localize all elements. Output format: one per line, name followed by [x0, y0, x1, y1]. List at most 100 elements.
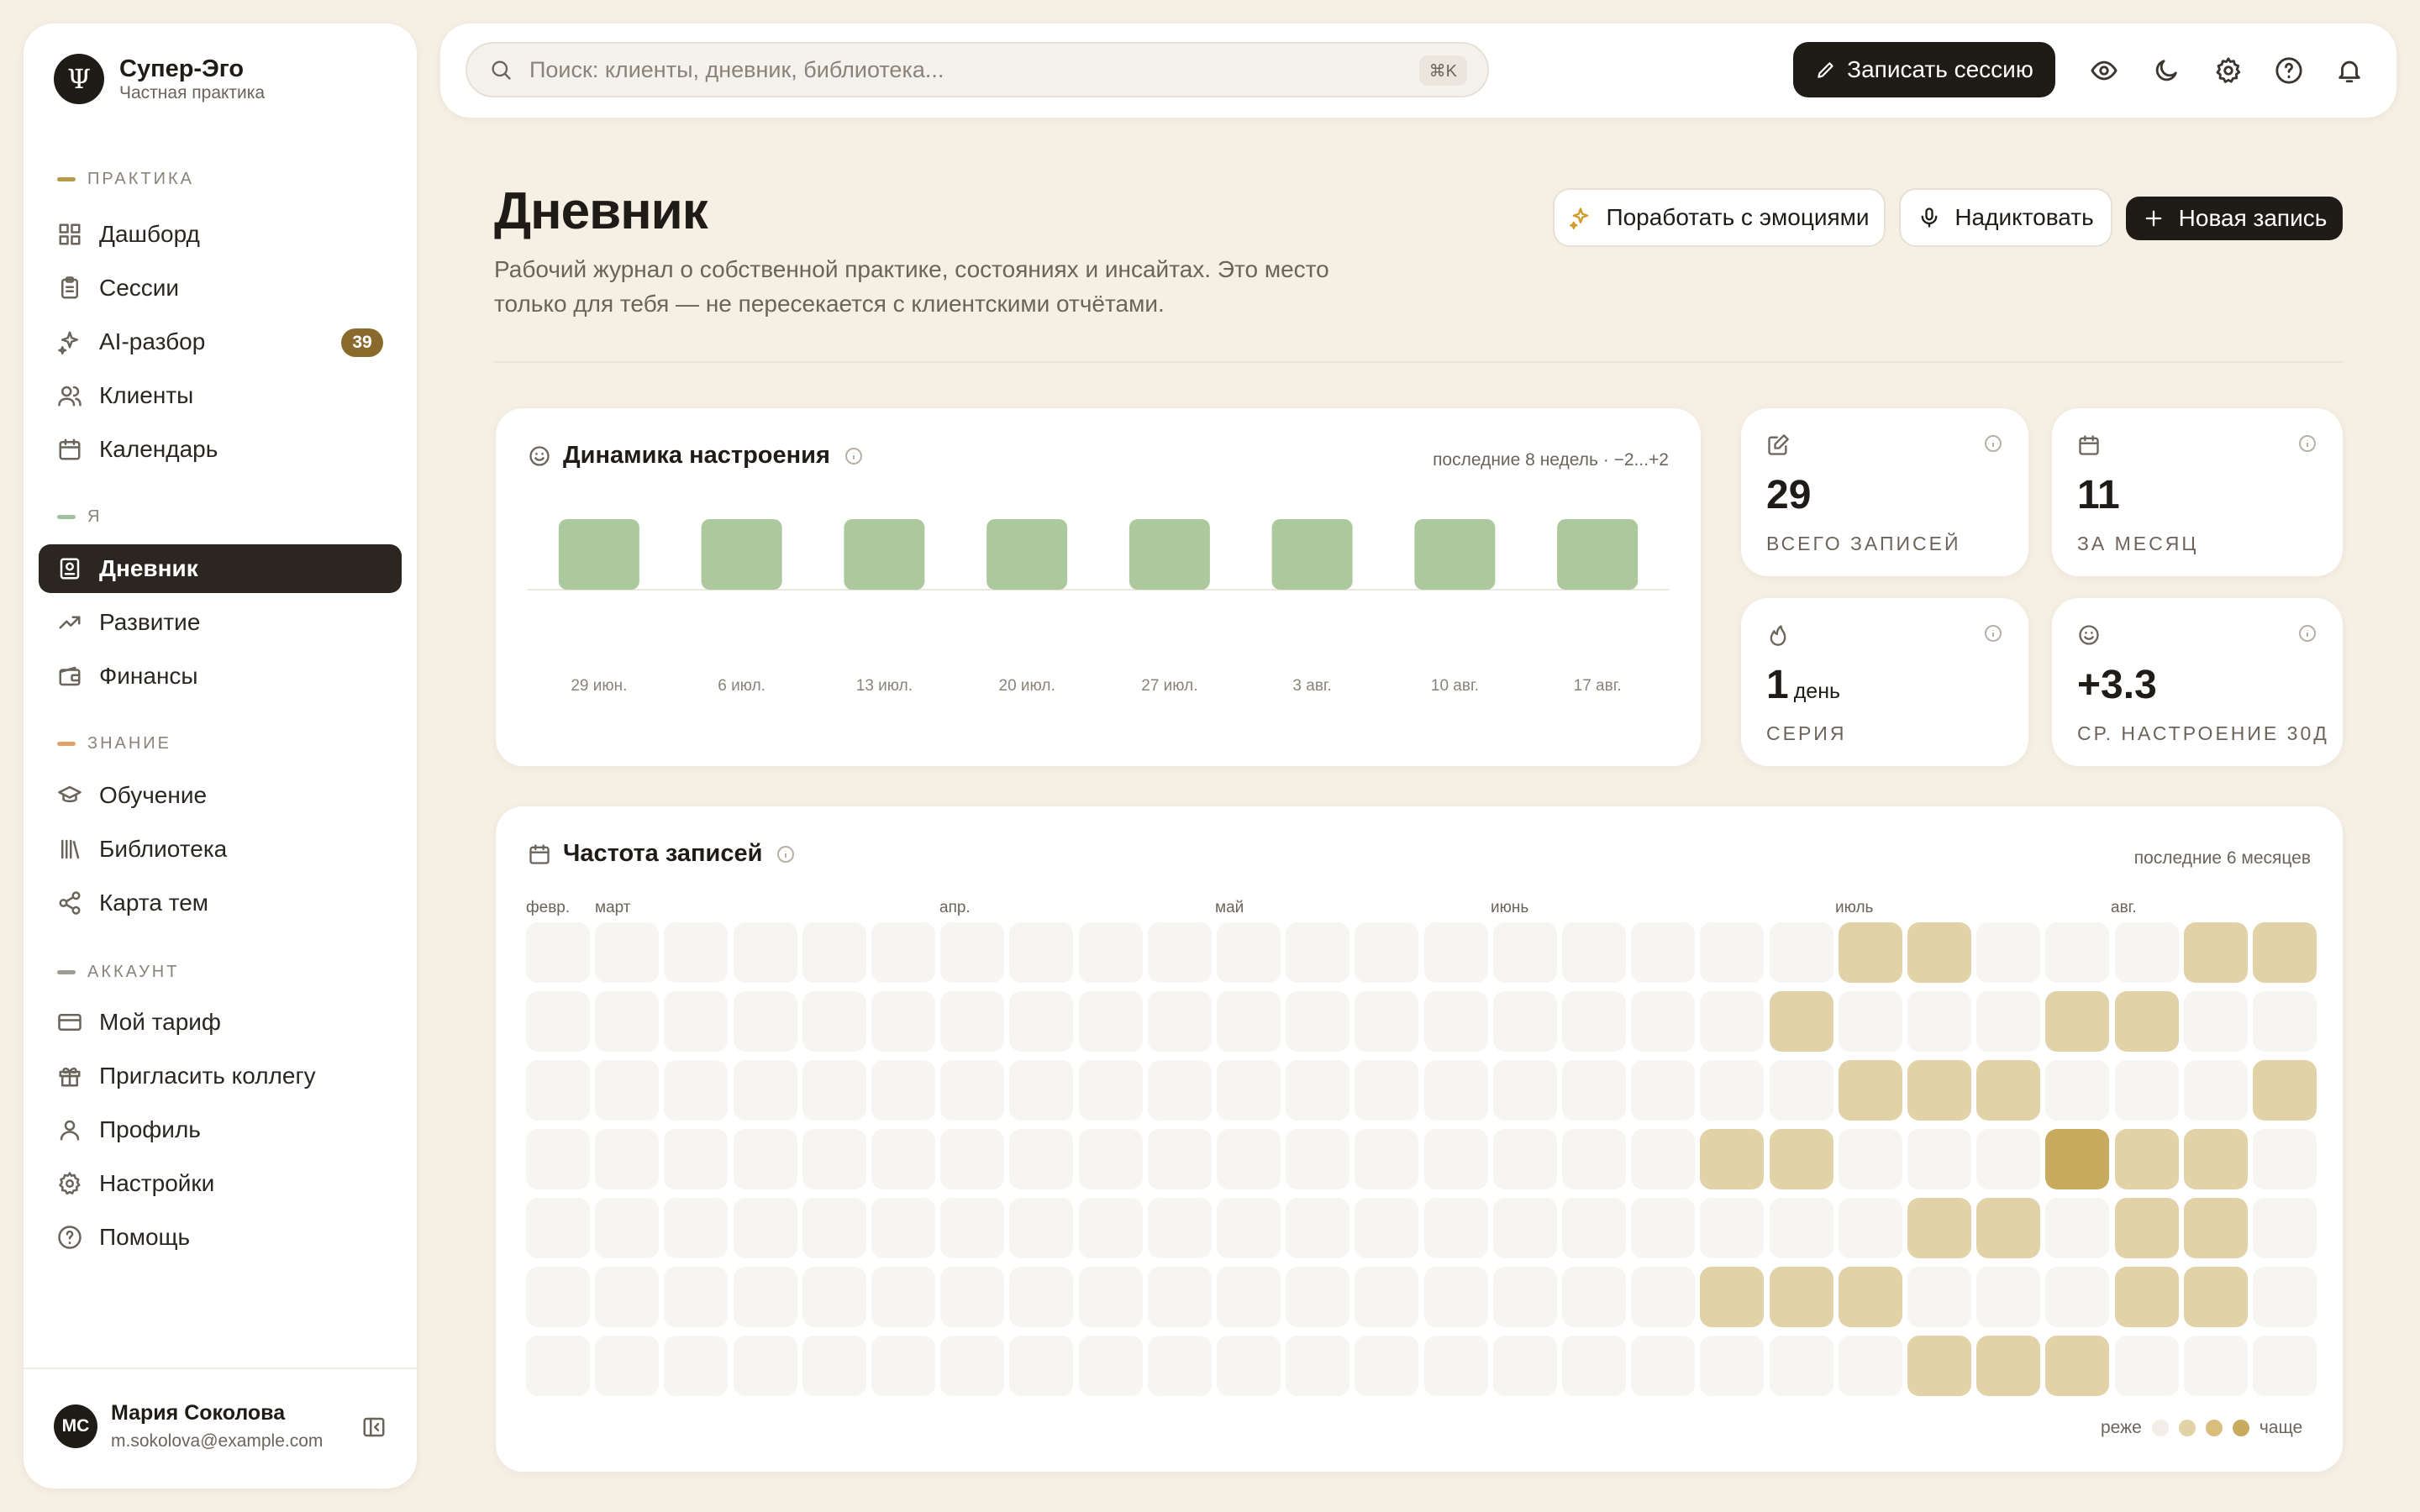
heatmap-cell[interactable] [1631, 1129, 1696, 1189]
heatmap-cell[interactable] [1147, 922, 1212, 983]
mood-bar[interactable] [1271, 519, 1353, 590]
heatmap-cell[interactable] [1907, 1129, 1971, 1189]
heatmap-cell[interactable] [2253, 1060, 2317, 1121]
heatmap-cell[interactable] [733, 1060, 797, 1121]
heatmap-cell[interactable] [2114, 991, 2179, 1052]
heatmap-cell[interactable] [526, 1129, 590, 1189]
heatmap-cell[interactable] [1976, 1129, 2041, 1189]
sidebar-item-dashboard[interactable]: Дашборд [39, 210, 402, 259]
heatmap-cell[interactable] [1907, 922, 1971, 983]
heatmap-cell[interactable] [871, 1060, 935, 1121]
heatmap-cell[interactable] [1009, 922, 1074, 983]
sidebar-item-clients[interactable]: Клиенты [39, 371, 402, 420]
heatmap-cell[interactable] [526, 1267, 590, 1327]
sidebar-item-ai-review[interactable]: AI-разбор 39 [39, 318, 402, 366]
heatmap-cell[interactable] [1562, 922, 1626, 983]
heatmap-cell[interactable] [1838, 1129, 1902, 1189]
heatmap-cell[interactable] [595, 922, 660, 983]
heatmap-cell[interactable] [664, 922, 729, 983]
heatmap-cell[interactable] [1562, 1060, 1626, 1121]
heatmap-cell[interactable] [1769, 1267, 1833, 1327]
info-icon[interactable] [776, 844, 796, 864]
heatmap-cell[interactable] [1838, 1060, 1902, 1121]
heatmap-cell[interactable] [2045, 991, 2110, 1052]
heatmap-cell[interactable] [1355, 922, 1419, 983]
heatmap-cell[interactable] [2253, 922, 2317, 983]
heatmap-cell[interactable] [595, 991, 660, 1052]
heatmap-cell[interactable] [595, 1336, 660, 1396]
heatmap-cell[interactable] [802, 922, 866, 983]
sidebar-item-topic-map[interactable]: Карта тем [39, 879, 402, 927]
heatmap-cell[interactable] [1147, 1129, 1212, 1189]
heatmap-cell[interactable] [664, 1198, 729, 1258]
heatmap-cell[interactable] [1976, 991, 2041, 1052]
heatmap-cell[interactable] [1492, 1129, 1557, 1189]
heatmap-cell[interactable] [1838, 922, 1902, 983]
heatmap-cell[interactable] [871, 1267, 935, 1327]
heatmap-cell[interactable] [802, 991, 866, 1052]
heatmap-cell[interactable] [940, 922, 1005, 983]
heatmap-cell[interactable] [2114, 1267, 2179, 1327]
heatmap-cell[interactable] [664, 991, 729, 1052]
mood-bar[interactable] [986, 519, 1068, 590]
work-with-emotions-button[interactable]: Поработать с эмоциями [1553, 188, 1886, 247]
heatmap-cell[interactable] [2114, 1198, 2179, 1258]
heatmap-cell[interactable] [1492, 1267, 1557, 1327]
heatmap-cell[interactable] [1355, 991, 1419, 1052]
heatmap-cell[interactable] [1147, 1267, 1212, 1327]
mood-bar[interactable] [1414, 519, 1496, 590]
sidebar-item-learning[interactable]: Обучение [39, 771, 402, 820]
heatmap-cell[interactable] [1286, 1336, 1350, 1396]
heatmap-cell[interactable] [1286, 922, 1350, 983]
heatmap-cell[interactable] [1423, 1267, 1488, 1327]
heatmap-cell[interactable] [1217, 1267, 1281, 1327]
heatmap-cell[interactable] [871, 991, 935, 1052]
heatmap-cell[interactable] [871, 1129, 935, 1189]
sidebar-item-profile[interactable]: Профиль [39, 1105, 402, 1154]
heatmap-cell[interactable] [1217, 1060, 1281, 1121]
heatmap-cell[interactable] [1769, 1336, 1833, 1396]
mood-bar[interactable] [558, 519, 639, 590]
privacy-toggle-button[interactable] [2087, 54, 2121, 87]
heatmap-cell[interactable] [1700, 1267, 1765, 1327]
heatmap-cell[interactable] [1700, 922, 1765, 983]
new-entry-button[interactable]: Новая запись [2126, 197, 2343, 240]
heatmap-cell[interactable] [664, 1129, 729, 1189]
heatmap-cell[interactable] [1976, 1060, 2041, 1121]
heatmap-cell[interactable] [2253, 1336, 2317, 1396]
heatmap-cell[interactable] [1907, 1336, 1971, 1396]
heatmap-cell[interactable] [1009, 991, 1074, 1052]
heatmap-cell[interactable] [733, 1198, 797, 1258]
heatmap-cell[interactable] [1838, 1198, 1902, 1258]
mood-bar[interactable] [844, 519, 925, 590]
heatmap-cell[interactable] [526, 922, 590, 983]
heatmap-cell[interactable] [1078, 1267, 1143, 1327]
heatmap-cell[interactable] [1355, 1060, 1419, 1121]
heatmap-cell[interactable] [1492, 1060, 1557, 1121]
heatmap-cell[interactable] [664, 1267, 729, 1327]
heatmap-cell[interactable] [1631, 1060, 1696, 1121]
heatmap-cell[interactable] [1009, 1267, 1074, 1327]
heatmap-cell[interactable] [1217, 1198, 1281, 1258]
heatmap-cell[interactable] [940, 1198, 1005, 1258]
heatmap-cell[interactable] [1078, 1198, 1143, 1258]
heatmap-cell[interactable] [1286, 1129, 1350, 1189]
heatmap-cell[interactable] [1631, 991, 1696, 1052]
sidebar-item-sessions[interactable]: Сессии [39, 264, 402, 312]
heatmap-cell[interactable] [871, 922, 935, 983]
heatmap-cell[interactable] [940, 1267, 1005, 1327]
heatmap-cell[interactable] [1009, 1060, 1074, 1121]
info-icon[interactable] [1983, 623, 2003, 643]
heatmap-cell[interactable] [733, 991, 797, 1052]
heatmap-cell[interactable] [1631, 1267, 1696, 1327]
heatmap-cell[interactable] [1423, 1198, 1488, 1258]
heatmap-cell[interactable] [664, 1336, 729, 1396]
heatmap-cell[interactable] [1492, 1198, 1557, 1258]
sidebar-item-help[interactable]: Помощь [39, 1213, 402, 1262]
heatmap-cell[interactable] [2114, 1060, 2179, 1121]
heatmap-cell[interactable] [2183, 1060, 2248, 1121]
heatmap-cell[interactable] [2114, 922, 2179, 983]
heatmap-cell[interactable] [2253, 1129, 2317, 1189]
heatmap-cell[interactable] [1492, 922, 1557, 983]
heatmap-cell[interactable] [1217, 991, 1281, 1052]
